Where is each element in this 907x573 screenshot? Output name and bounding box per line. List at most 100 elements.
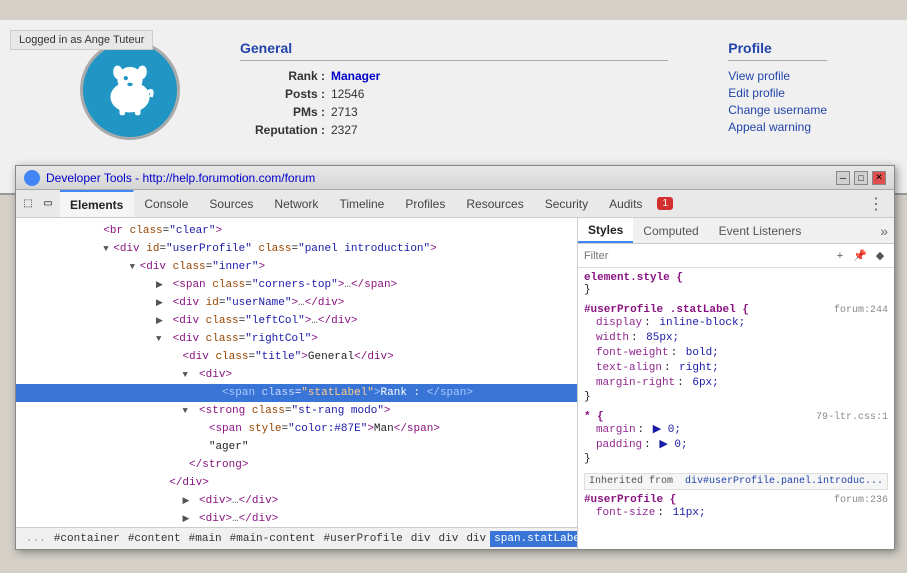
dom-panel: <br class="clear"> <div id="userProfile"… bbox=[16, 218, 578, 549]
profile-links-title: Profile bbox=[728, 40, 827, 61]
dom-line: </div> bbox=[16, 474, 577, 492]
styles-more-button[interactable]: » bbox=[874, 223, 894, 239]
breadcrumb-div2[interactable]: div bbox=[435, 531, 463, 547]
breadcrumb-content[interactable]: #content bbox=[124, 531, 185, 547]
prop-margin-colon: : bbox=[638, 423, 651, 438]
style-rule-up-header: #userProfile { forum:236 bbox=[584, 494, 888, 506]
up-selector: #userProfile { bbox=[584, 494, 676, 506]
styles-panel: Styles Computed Event Listeners » + 📌 ◆ bbox=[578, 218, 894, 549]
prop-display-name: display bbox=[596, 316, 642, 331]
breadcrumb-div3[interactable]: div bbox=[462, 531, 490, 547]
prop-padding: padding : ▶ 0; bbox=[584, 438, 888, 453]
stat-posts-row: Posts : 12546 bbox=[240, 87, 668, 101]
change-username-link[interactable]: Change username bbox=[728, 103, 827, 117]
prop-ta-colon: : bbox=[664, 361, 677, 376]
style-rule-statlabel: #userProfile .statLabel { forum:244 disp… bbox=[584, 304, 888, 403]
prop-padding-name: padding bbox=[596, 438, 642, 453]
breadcrumb-ellipsis[interactable]: ... bbox=[22, 531, 50, 547]
maximize-button[interactable]: □ bbox=[854, 171, 868, 185]
styles-filter-input[interactable] bbox=[584, 250, 832, 262]
edit-profile-link[interactable]: Edit profile bbox=[728, 86, 827, 100]
prop-display: display : inline-block; bbox=[584, 316, 888, 331]
dom-scroll-container[interactable]: <br class="clear"> <div id="userProfile"… bbox=[16, 218, 577, 527]
dom-line: <div>…</div> bbox=[16, 492, 577, 510]
dom-line: <div id="userProfile" class="panel intro… bbox=[16, 240, 577, 258]
statlabel-selector: #userProfile .statLabel { bbox=[584, 304, 749, 316]
posts-label: Posts : bbox=[240, 87, 325, 101]
color-format-icon[interactable]: ◆ bbox=[872, 248, 888, 264]
new-style-rule-icon[interactable]: + bbox=[832, 248, 848, 264]
tab-audits[interactable]: Audits bbox=[599, 190, 653, 217]
star-source[interactable]: 79-ltr.css:1 bbox=[816, 412, 888, 423]
avatar-image bbox=[95, 55, 165, 125]
profile-links: Profile View profile Edit profile Change… bbox=[708, 40, 827, 137]
chrome-icon bbox=[24, 170, 40, 186]
tab-elements[interactable]: Elements bbox=[60, 190, 134, 217]
appeal-warning-link[interactable]: Appeal warning bbox=[728, 120, 827, 134]
prop-text-align: text-align : right; bbox=[584, 361, 888, 376]
dom-line: <span style="color:#87E">Man</span> bbox=[16, 420, 577, 438]
pin-icon[interactable]: 📌 bbox=[852, 248, 868, 264]
rank-label: Rank : bbox=[240, 69, 325, 83]
breadcrumb-userprofile[interactable]: #userProfile bbox=[319, 531, 406, 547]
general-section: General Rank : Manager Posts : 12546 PMs… bbox=[220, 40, 668, 141]
breadcrumb-span-statlabel[interactable]: span.statLabel bbox=[490, 531, 577, 547]
tab-timeline[interactable]: Timeline bbox=[329, 190, 395, 217]
tab-resources[interactable]: Resources bbox=[456, 190, 534, 217]
devtools-window: Developer Tools - http://help.forumotion… bbox=[15, 165, 895, 550]
element-style-selector: element.style { bbox=[584, 272, 683, 284]
inherited-from-selector[interactable]: div#userProfile.panel.introduc... bbox=[685, 476, 883, 487]
stat-reputation-row: Reputation : 2327 bbox=[240, 123, 668, 137]
tab-console[interactable]: Console bbox=[134, 190, 199, 217]
tab-network[interactable]: Network bbox=[264, 190, 329, 217]
prop-margin: margin : ▶ 0; bbox=[584, 423, 888, 438]
dom-line: <div id="userName">…</div> bbox=[16, 294, 577, 312]
breadcrumb-bar: ... #container #content #main #main-cont… bbox=[16, 527, 577, 549]
error-badge: 1 bbox=[657, 197, 673, 210]
prop-fw-colon: : bbox=[671, 346, 684, 361]
breadcrumb-main[interactable]: #main bbox=[185, 531, 226, 547]
breadcrumb-main-content[interactable]: #main-content bbox=[226, 531, 320, 547]
style-rule-statlabel-header: #userProfile .statLabel { forum:244 bbox=[584, 304, 888, 316]
close-button[interactable]: ✕ bbox=[872, 171, 886, 185]
tab-sources[interactable]: Sources bbox=[199, 190, 264, 217]
devtools-controls: ─ □ ✕ bbox=[836, 171, 886, 185]
styles-content: element.style { } #userProfile .statLabe… bbox=[578, 268, 894, 549]
devtools-device-icon[interactable]: ▭ bbox=[40, 196, 56, 212]
styles-tabs: Styles Computed Event Listeners » bbox=[578, 218, 894, 244]
star-selector: * { bbox=[584, 411, 604, 423]
tab-styles[interactable]: Styles bbox=[578, 218, 633, 243]
minimize-button[interactable]: ─ bbox=[836, 171, 850, 185]
devtools-inspect-icon[interactable]: ⬚ bbox=[20, 196, 36, 212]
breadcrumb-container[interactable]: #container bbox=[50, 531, 124, 547]
tab-computed[interactable]: Computed bbox=[633, 218, 708, 243]
stat-rank-row: Rank : Manager bbox=[240, 69, 668, 83]
prop-width-name: width bbox=[596, 331, 629, 346]
devtools-title-static: Developer Tools - bbox=[46, 171, 143, 185]
devtools-url: http://help.forumotion.com/forum bbox=[143, 171, 316, 185]
dom-line: <div> bbox=[16, 366, 577, 384]
dom-line: <br class="clear"> bbox=[16, 222, 577, 240]
tab-event-listeners[interactable]: Event Listeners bbox=[709, 218, 812, 243]
prop-fs-colon: : bbox=[657, 506, 670, 521]
statlabel-source[interactable]: forum:244 bbox=[834, 305, 888, 316]
logged-in-bar: Logged in as Ange Tuteur bbox=[10, 30, 153, 50]
devtools-content: <br class="clear"> <div id="userProfile"… bbox=[16, 218, 894, 549]
styles-toolbar: + 📌 ◆ bbox=[578, 244, 894, 268]
tab-profiles[interactable]: Profiles bbox=[395, 190, 456, 217]
inherited-from: Inherited from div#userProfile.panel.int… bbox=[584, 473, 888, 490]
up-source[interactable]: forum:236 bbox=[834, 495, 888, 506]
prop-margin-name: margin bbox=[596, 423, 636, 438]
dom-line: <div>…</div> bbox=[16, 510, 577, 527]
devtools-titlebar: Developer Tools - http://help.forumotion… bbox=[16, 166, 894, 190]
prop-width: width : 85px; bbox=[584, 331, 888, 346]
style-rule-header: element.style { bbox=[584, 272, 888, 284]
element-style-close: } bbox=[584, 284, 888, 296]
devtools-tabs: ⬚ ▭ Elements Console Sources Network Tim… bbox=[16, 190, 894, 218]
breadcrumb-div1[interactable]: div bbox=[407, 531, 435, 547]
tab-security[interactable]: Security bbox=[535, 190, 599, 217]
devtools-more-button[interactable]: ⋮ bbox=[862, 194, 890, 214]
prop-margin-value: ▶ 0; bbox=[653, 423, 681, 438]
prop-mr-name: margin-right bbox=[596, 376, 675, 391]
view-profile-link[interactable]: View profile bbox=[728, 69, 827, 83]
